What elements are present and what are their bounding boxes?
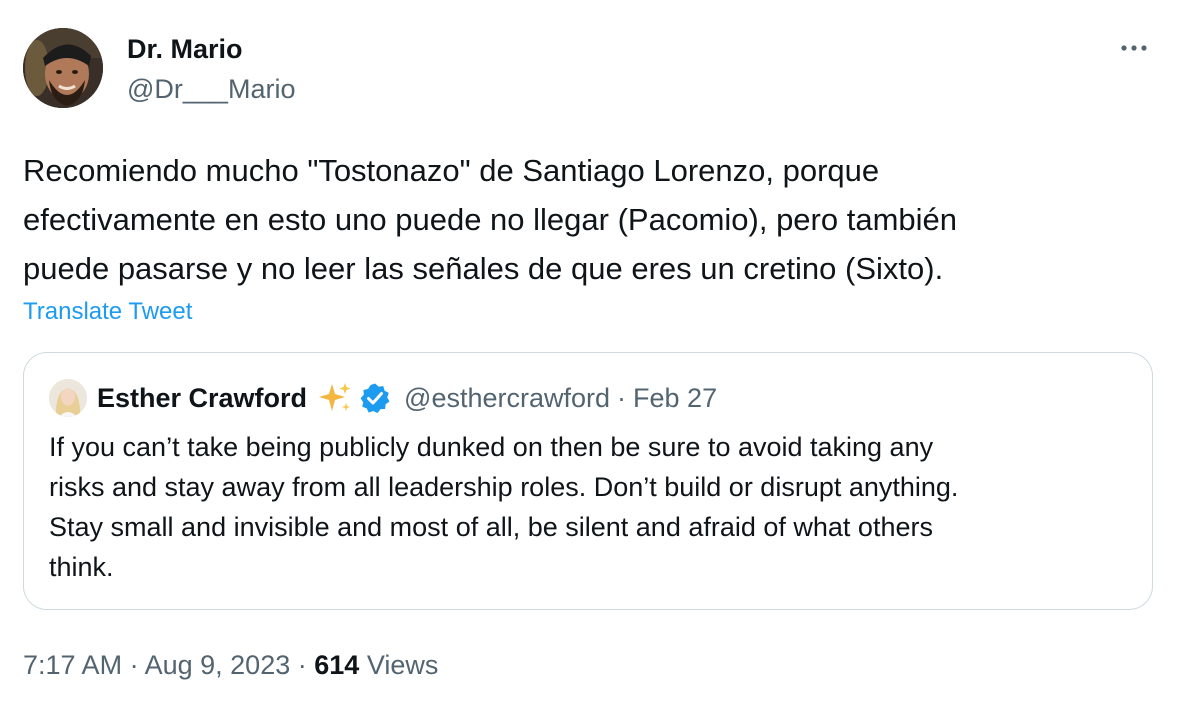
quoted-tweet-text: If you can’t take being publicly dunked … — [49, 427, 1129, 587]
quoted-tweet-date[interactable]: Feb 27 — [633, 379, 717, 417]
author-name[interactable]: Dr. Mario — [127, 32, 243, 66]
views-label[interactable]: Views — [367, 650, 439, 680]
tweet-date[interactable]: Aug 9, 2023 — [145, 650, 291, 680]
tweet-text-line: Recomiendo mucho "Tostonazo" de Santiago… — [23, 153, 880, 188]
meta-separator: · — [297, 650, 307, 680]
translate-tweet-link[interactable]: Translate Tweet — [23, 296, 192, 328]
tweet-text-line: puede pasarse y no leer las señales de q… — [23, 251, 944, 286]
quoted-author-handle[interactable]: @esthercrawford — [404, 379, 610, 417]
tweet-time[interactable]: 7:17 AM — [23, 650, 122, 680]
quoted-author-name[interactable]: Esther Crawford — [97, 379, 307, 417]
quoted-author-avatar[interactable] — [49, 379, 87, 417]
quoted-tweet-text-line: think. — [49, 552, 114, 582]
more-options-button[interactable] — [1115, 34, 1155, 62]
author-avatar[interactable] — [23, 28, 103, 108]
more-horizontal-icon — [1121, 45, 1147, 51]
quoted-author-avatar-image — [49, 379, 87, 417]
tweet-meta: 7:17 AM · Aug 9, 2023 · 614 Views — [23, 647, 438, 683]
author-avatar-image — [23, 28, 103, 108]
quoted-tweet-text-line: If you can’t take being publicly dunked … — [49, 432, 934, 462]
tweet-text: Recomiendo mucho "Tostonazo" de Santiago… — [23, 146, 1153, 293]
author-handle[interactable]: @Dr___Mario — [127, 72, 295, 106]
meta-separator: · — [129, 650, 139, 680]
quoted-tweet-header: Esther Crawford @esthercrawford · Feb 27 — [97, 379, 717, 417]
views-count[interactable]: 614 — [314, 650, 359, 680]
tweet-text-line: efectivamente en esto uno puede no llega… — [23, 202, 958, 237]
quoted-tweet-text-line: risks and stay away from all leadership … — [49, 472, 959, 502]
verified-badge-icon — [359, 382, 391, 414]
quoted-separator: · — [617, 383, 627, 413]
quoted-tweet-text-line: Stay small and invisible and most of all… — [49, 512, 933, 542]
quoted-tweet-card[interactable]: Esther Crawford @esthercrawford · Feb 27… — [23, 352, 1153, 610]
sparkles-icon — [317, 380, 353, 416]
